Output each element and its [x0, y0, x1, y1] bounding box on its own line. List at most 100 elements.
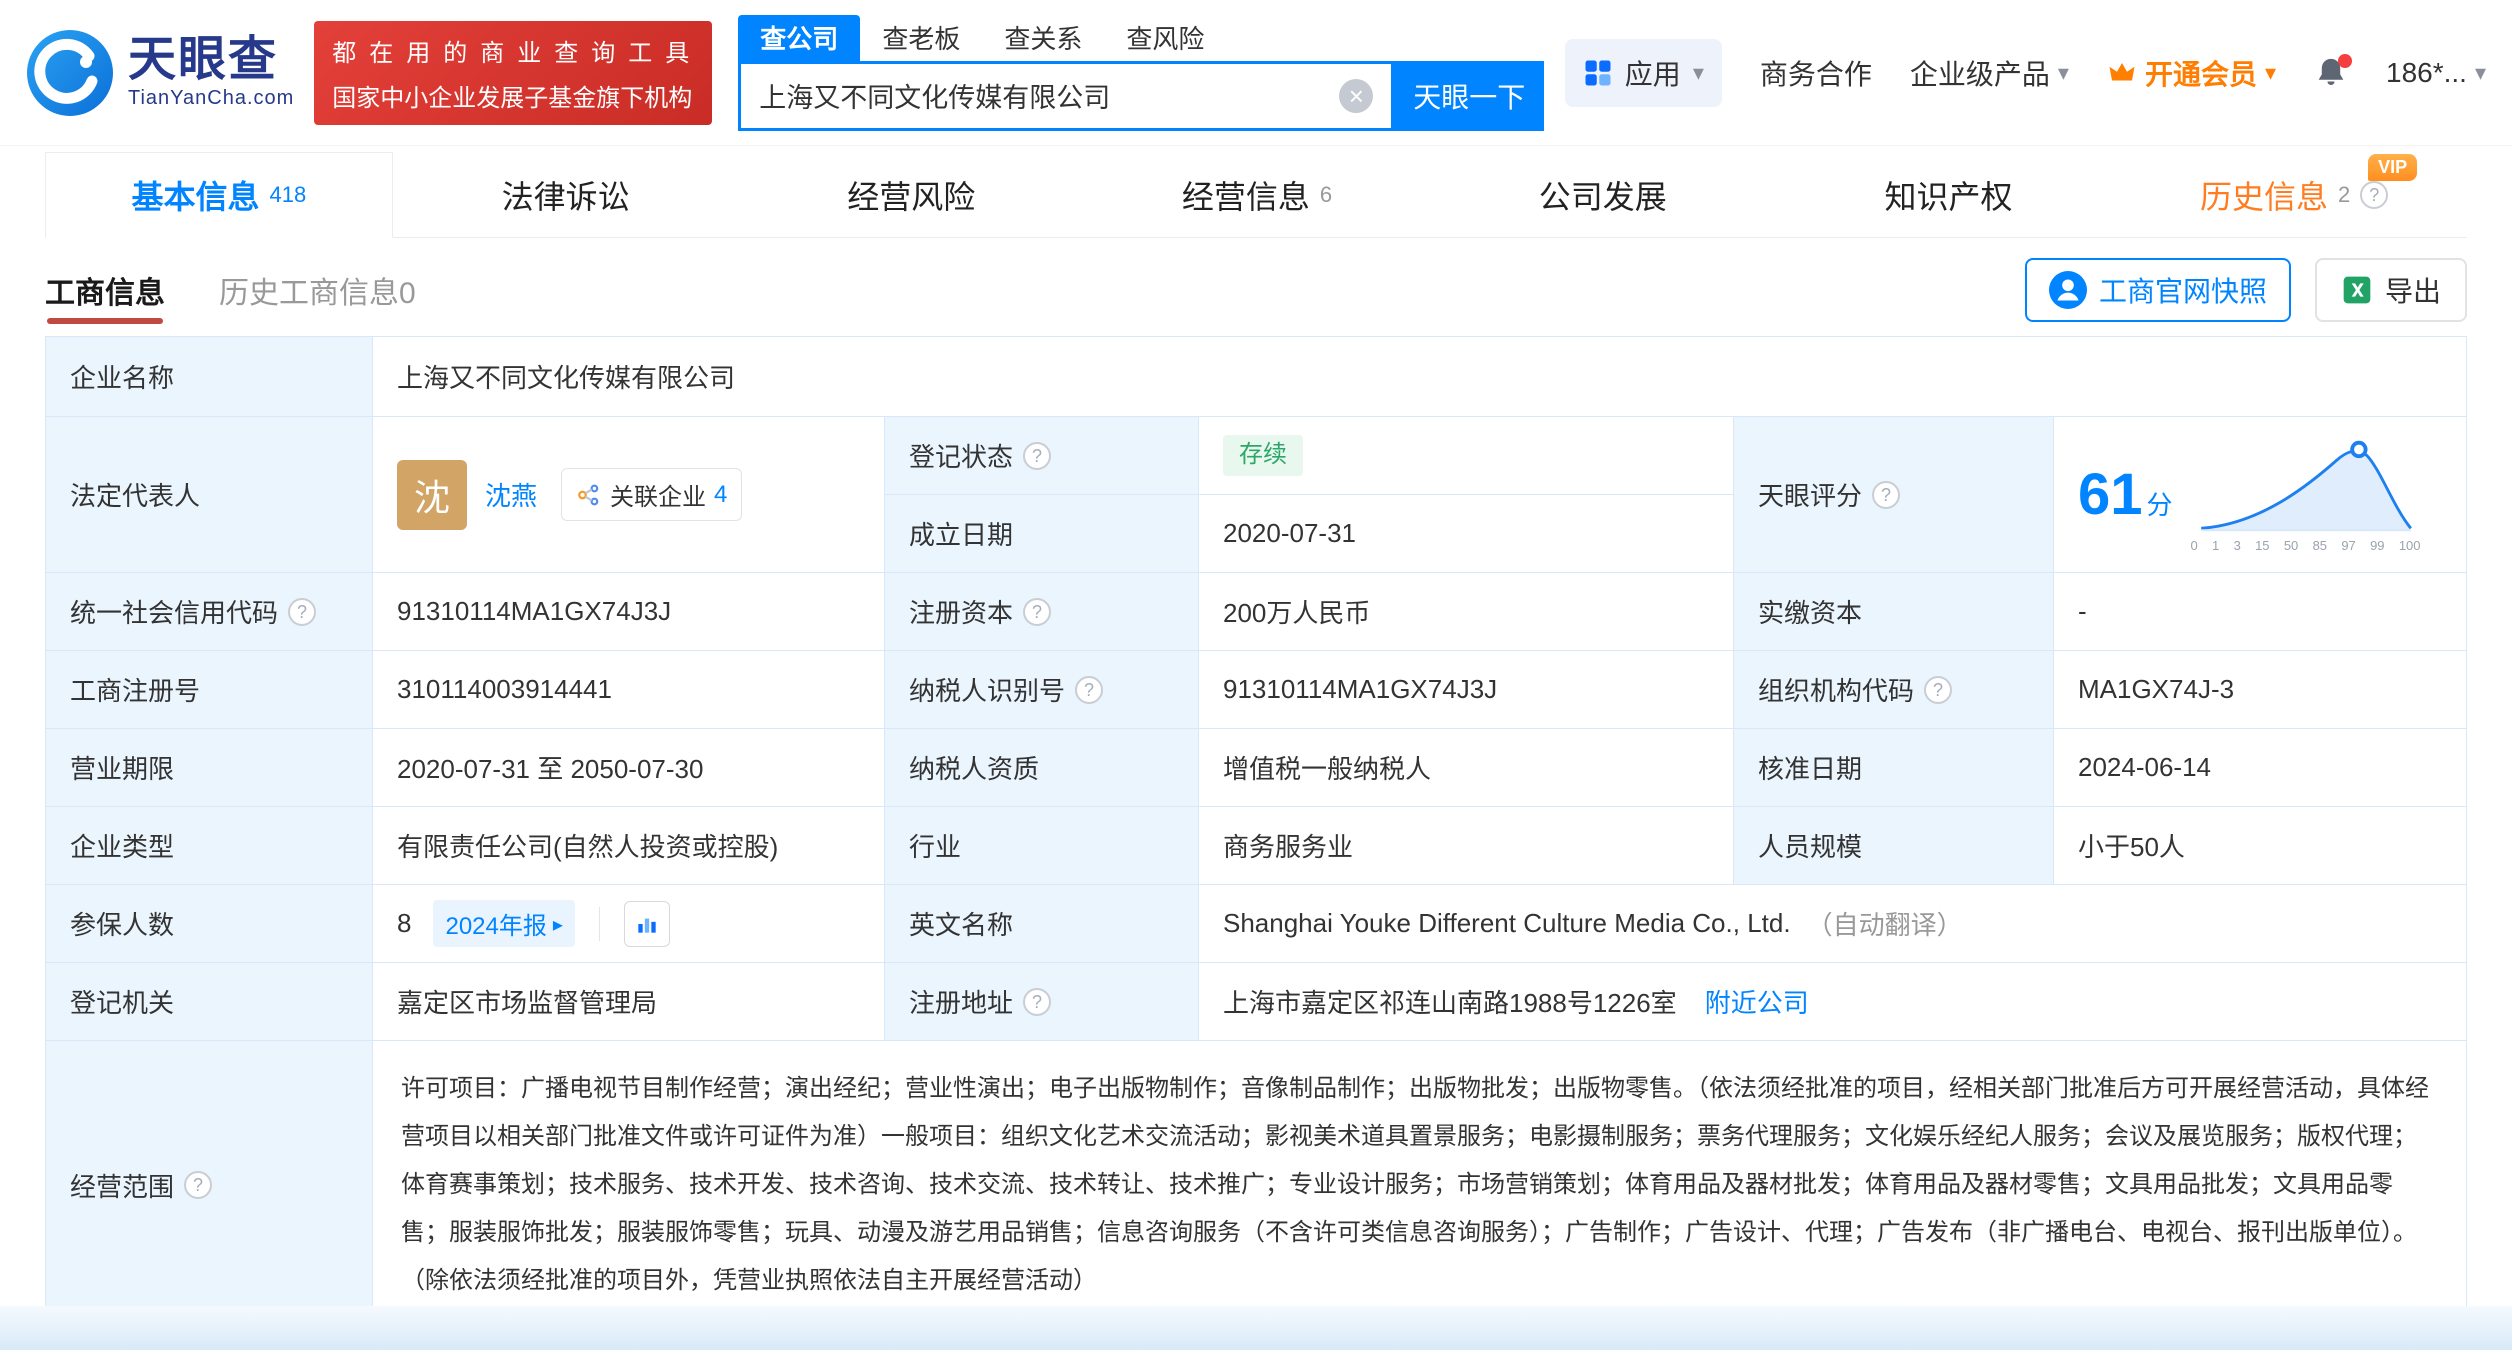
- official-snapshot-button[interactable]: 工商官网快照: [2024, 258, 2291, 322]
- help-icon[interactable]: [1872, 480, 1901, 509]
- score-axis-labels: 0 1 3 15 50 85 97 99 100: [2191, 538, 2421, 553]
- tab-business-info[interactable]: 经营信息 6: [1084, 152, 1430, 237]
- nearby-companies-link[interactable]: 附近公司: [1705, 983, 1809, 1020]
- search-tab-company[interactable]: 查公司: [738, 14, 861, 61]
- field-label-insured-count: 参保人数: [46, 885, 373, 963]
- export-button[interactable]: 导出: [2314, 258, 2467, 322]
- field-value-legal-rep: 沈 沈燕 关联企业 4: [373, 417, 885, 573]
- tab-label: 法律诉讼: [501, 178, 630, 215]
- tianyancha-logo-icon: [27, 29, 113, 116]
- tab-basic-info[interactable]: 基本信息 418: [45, 152, 393, 238]
- nav-account[interactable]: 186*...: [2386, 57, 2486, 89]
- help-icon[interactable]: [2360, 180, 2389, 209]
- export-label: 导出: [2384, 276, 2441, 307]
- tab-intellectual-property[interactable]: 知识产权: [1775, 152, 2122, 237]
- help-icon[interactable]: [288, 597, 317, 626]
- field-value-company-name: 上海又不同文化传媒有限公司: [373, 337, 2467, 417]
- credit-code-text: 91310114MA1GX74J3J: [397, 596, 672, 626]
- label-text: 法定代表人: [70, 481, 201, 511]
- search-row: 天眼一下: [738, 60, 1545, 131]
- help-icon[interactable]: [1075, 675, 1104, 704]
- search-tabs: 查公司 查老板 查关系 查风险: [738, 14, 1544, 61]
- search-tab-boss[interactable]: 查老板: [860, 15, 982, 61]
- field-value-approval-date: 2024-06-14: [2054, 729, 2467, 807]
- legal-rep-avatar[interactable]: 沈: [397, 459, 467, 530]
- tab-label: 公司发展: [1538, 178, 1667, 215]
- brand-name: 天眼查: [128, 32, 279, 86]
- chevron-down-icon: [2475, 62, 2486, 84]
- next-section-strip: [0, 1306, 2512, 1350]
- notification-bell[interactable]: [2314, 53, 2352, 90]
- label-text: 经营范围: [70, 1171, 175, 1202]
- nav-enterprise-label: 企业级产品: [1909, 58, 2050, 90]
- status-badge: 存续: [1223, 435, 1303, 476]
- taxpayer-quality-text: 增值税一般纳税人: [1223, 754, 1432, 784]
- subtab-business-registration[interactable]: 工商信息: [45, 250, 165, 330]
- tab-history-info[interactable]: VIP 历史信息 2: [2121, 152, 2468, 237]
- nav-vip[interactable]: 开通会员: [2107, 53, 2276, 93]
- help-icon[interactable]: [1924, 675, 1953, 704]
- business-scope-text: 许可项目：广播电视节目制作经营；演出经纪；营业性演出；电子出版物制作；音像制品制…: [401, 1075, 2429, 1294]
- insured-count-text: 8: [397, 908, 412, 938]
- field-label-reg-number: 工商注册号: [46, 651, 373, 729]
- search-tab-risk[interactable]: 查风险: [1104, 15, 1226, 61]
- vip-badge: VIP: [2368, 154, 2418, 182]
- field-value-tianyan-score: 61 分 0 1 3 15 50 85 97 99 100: [2054, 417, 2467, 573]
- auto-translate-note: （自动翻译）: [1806, 910, 1963, 940]
- tab-label: 知识产权: [1884, 178, 2013, 215]
- person-badge-icon: [2048, 271, 2087, 309]
- help-icon[interactable]: [1023, 987, 1052, 1016]
- field-label-reg-address: 注册地址: [885, 963, 1199, 1041]
- tab-company-development[interactable]: 公司发展: [1429, 152, 1776, 237]
- field-value-industry: 商务服务业: [1199, 807, 1734, 885]
- tab-legal-litigation[interactable]: 法律诉讼: [392, 152, 739, 237]
- axis-tick: 85: [2312, 538, 2328, 553]
- related-companies-count: 4: [714, 480, 728, 508]
- help-icon[interactable]: [1023, 597, 1052, 626]
- annual-report-link[interactable]: 2024年报: [433, 900, 575, 947]
- field-value-establish-date: 2020-07-31: [1199, 495, 1734, 573]
- related-companies-badge[interactable]: 关联企业 4: [561, 468, 743, 521]
- label-text: 纳税人识别号: [909, 676, 1066, 706]
- score-curve-chart: 0 1 3 15 50 85 97 99 100: [2191, 436, 2421, 553]
- clear-icon[interactable]: [1339, 78, 1374, 113]
- label-text: 行业: [909, 832, 962, 862]
- tianyancha-logo[interactable]: 天眼查 TianYanCha.com: [26, 29, 294, 117]
- search-input[interactable]: [759, 80, 1340, 111]
- nav-apps-label: 应用: [1624, 58, 1681, 90]
- field-label-establish-date: 成立日期: [885, 495, 1199, 573]
- field-label-company-name: 企业名称: [46, 337, 373, 417]
- help-icon[interactable]: [1023, 441, 1052, 470]
- label-text: 核准日期: [1758, 754, 1863, 784]
- promo-banner: 都在用的商业查询工具 国家中小企业发展子基金旗下机构: [314, 20, 713, 125]
- subtab-history-registration[interactable]: 历史工商信息0: [219, 250, 416, 330]
- subtab-bar: 工商信息 历史工商信息0 工商官网快照 导出: [45, 250, 2467, 330]
- logo-text: 天眼查 TianYanCha.com: [128, 32, 294, 110]
- search-tab-relation[interactable]: 查关系: [982, 15, 1104, 61]
- field-label-reg-status: 登记状态: [885, 417, 1199, 495]
- promo-banner-line1: 都在用的商业查询工具: [332, 39, 703, 67]
- help-icon[interactable]: [184, 1171, 213, 1199]
- label-text: 企业类型: [70, 832, 175, 862]
- axis-tick: 15: [2255, 538, 2270, 553]
- staff-size-text: 小于50人: [2078, 832, 2185, 862]
- nav-apps[interactable]: 应用: [1564, 38, 1722, 107]
- field-value-reg-authority: 嘉定区市场监督管理局: [373, 963, 885, 1041]
- search-button[interactable]: 天眼一下: [1394, 60, 1545, 131]
- field-label-business-term: 营业期限: [46, 729, 373, 807]
- nav-enterprise[interactable]: 企业级产品: [1910, 53, 2069, 93]
- arrow-right-icon: [553, 910, 563, 938]
- tab-label: 经营信息: [1181, 178, 1310, 215]
- notification-dot: [2338, 53, 2352, 68]
- tab-operation-risk[interactable]: 经营风险: [738, 152, 1085, 237]
- score-curve-svg: [2200, 440, 2412, 532]
- annual-report-chart-button[interactable]: [623, 900, 670, 947]
- field-label-legal-rep: 法定代表人: [46, 417, 373, 573]
- business-term-text: 2020-07-31 至 2050-07-30: [397, 754, 704, 784]
- nav-cooperation[interactable]: 商务合作: [1760, 53, 1872, 93]
- label-text: 登记机关: [70, 988, 175, 1018]
- legal-rep-name-link[interactable]: 沈燕: [485, 476, 537, 513]
- related-company-icon: [578, 484, 599, 505]
- main-tabbar: 基本信息 418 法律诉讼 经营风险 经营信息 6 公司发展 知识产权 VIP …: [45, 152, 2468, 238]
- tab-label: 基本信息: [131, 179, 260, 215]
